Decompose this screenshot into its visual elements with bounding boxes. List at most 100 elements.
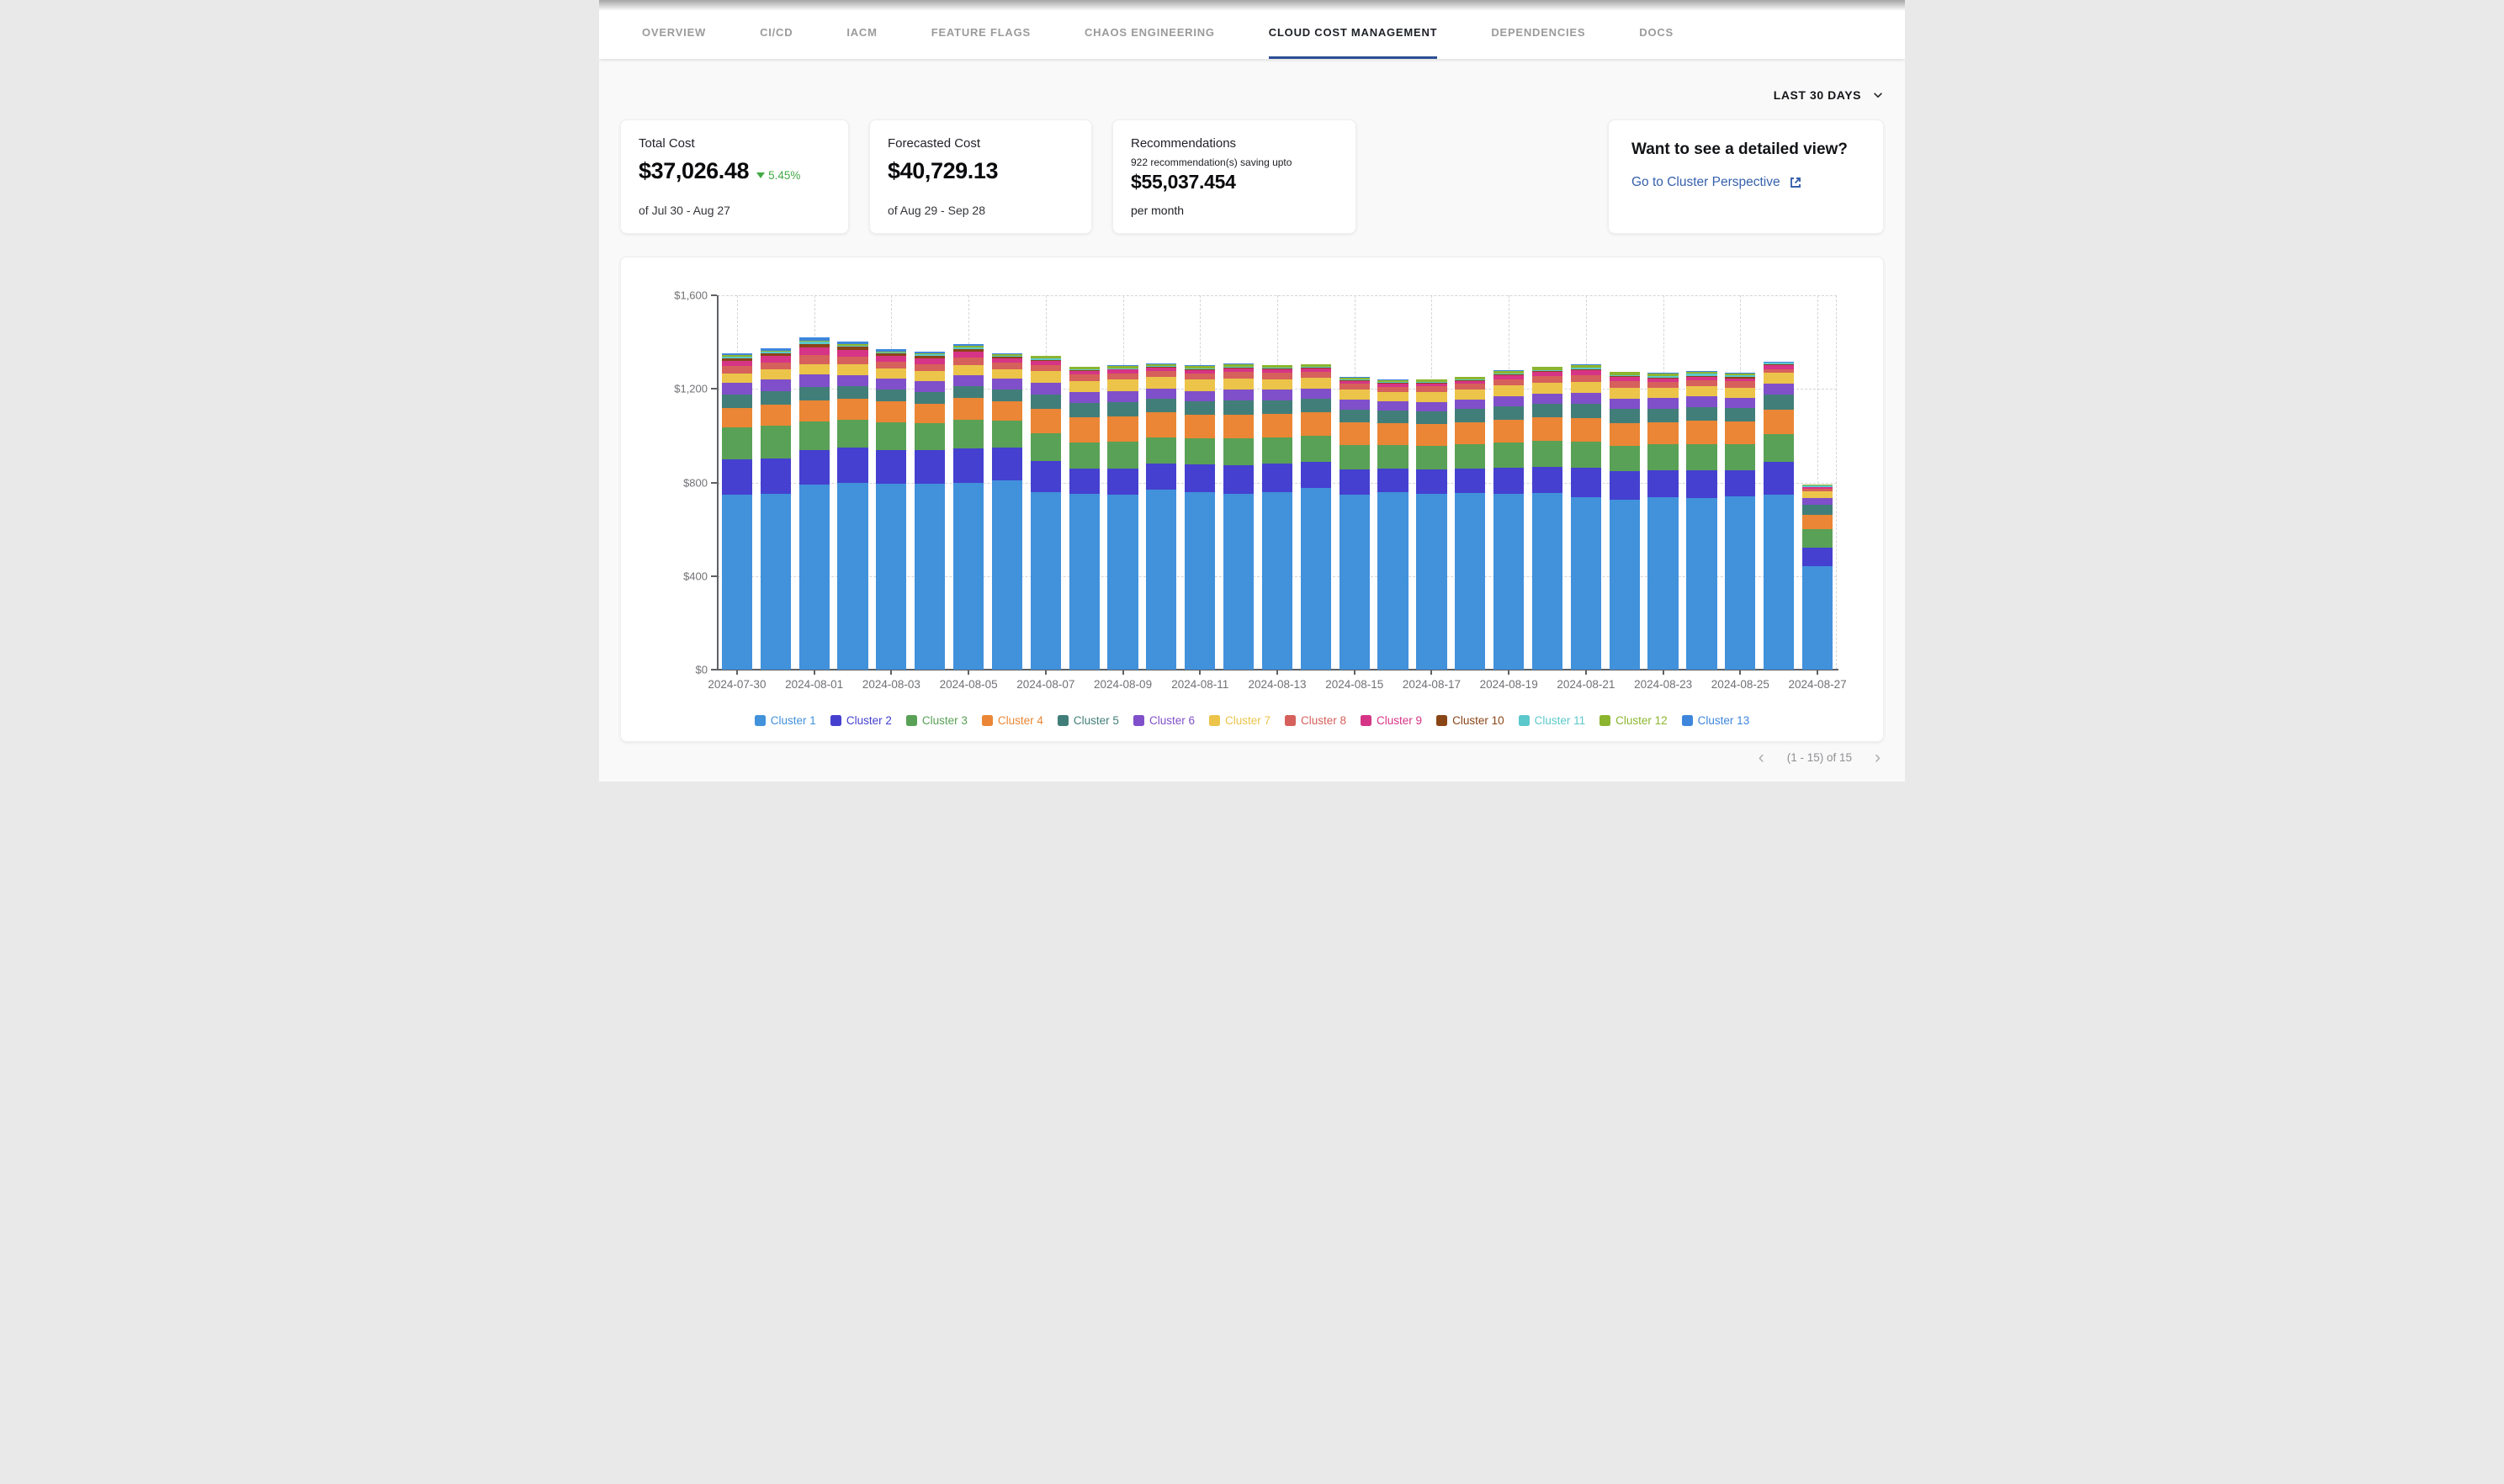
bar-segment-cluster-8[interactable] bbox=[1455, 384, 1485, 390]
bar-segment-cluster-4[interactable] bbox=[1146, 412, 1176, 437]
bar-segment-cluster-3[interactable] bbox=[1146, 437, 1176, 464]
bar-segment-cluster-8[interactable] bbox=[1107, 374, 1138, 380]
bar-segment-cluster-3[interactable] bbox=[1185, 438, 1215, 464]
bar-segment-cluster-6[interactable] bbox=[1069, 392, 1100, 403]
bar-segment-cluster-9[interactable] bbox=[799, 347, 830, 355]
tab-overview[interactable]: OVERVIEW bbox=[642, 0, 706, 59]
bar-segment-cluster-6[interactable] bbox=[761, 379, 791, 390]
bar-segment-cluster-7[interactable] bbox=[1340, 390, 1370, 400]
bar-segment-cluster-7[interactable] bbox=[1223, 379, 1254, 390]
bar-2024-08-12[interactable] bbox=[1223, 295, 1254, 670]
bar-segment-cluster-6[interactable] bbox=[1647, 398, 1678, 408]
bar-segment-cluster-1[interactable] bbox=[876, 484, 906, 670]
legend-item-cluster-3[interactable]: Cluster 3 bbox=[906, 714, 968, 727]
bar-segment-cluster-7[interactable] bbox=[1185, 379, 1215, 390]
bar-segment-cluster-3[interactable] bbox=[1377, 445, 1408, 469]
bar-segment-cluster-2[interactable] bbox=[1802, 548, 1833, 566]
bar-segment-cluster-5[interactable] bbox=[1802, 505, 1833, 516]
bar-segment-cluster-5[interactable] bbox=[1647, 409, 1678, 422]
bar-segment-cluster-3[interactable] bbox=[1686, 444, 1716, 470]
bar-segment-cluster-7[interactable] bbox=[1647, 388, 1678, 398]
bar-segment-cluster-7[interactable] bbox=[722, 374, 752, 384]
bar-segment-cluster-2[interactable] bbox=[1340, 469, 1370, 495]
tab-chaos-engineering[interactable]: CHAOS ENGINEERING bbox=[1085, 0, 1215, 59]
legend-item-cluster-10[interactable]: Cluster 10 bbox=[1436, 714, 1504, 727]
bar-segment-cluster-5[interactable] bbox=[1764, 395, 1794, 410]
bar-segment-cluster-7[interactable] bbox=[1532, 383, 1562, 394]
bar-segment-cluster-3[interactable] bbox=[1571, 442, 1601, 468]
bar-segment-cluster-4[interactable] bbox=[992, 401, 1022, 421]
bar-segment-cluster-5[interactable] bbox=[953, 386, 984, 398]
pagination-prev-icon[interactable]: ‹ bbox=[1759, 749, 1764, 766]
bar-segment-cluster-2[interactable] bbox=[953, 448, 984, 483]
bar-segment-cluster-7[interactable] bbox=[1107, 379, 1138, 391]
bar-2024-08-13[interactable] bbox=[1262, 295, 1292, 670]
bar-2024-08-17[interactable] bbox=[1416, 295, 1446, 670]
bar-2024-08-22[interactable] bbox=[1610, 295, 1640, 670]
bar-segment-cluster-3[interactable] bbox=[799, 421, 830, 450]
bar-2024-08-24[interactable] bbox=[1686, 295, 1716, 670]
bar-segment-cluster-5[interactable] bbox=[1069, 403, 1100, 417]
bar-segment-cluster-6[interactable] bbox=[953, 375, 984, 386]
bar-segment-cluster-5[interactable] bbox=[1146, 399, 1176, 412]
bar-segment-cluster-5[interactable] bbox=[761, 391, 791, 405]
bar-segment-cluster-1[interactable] bbox=[722, 495, 752, 670]
bar-segment-cluster-6[interactable] bbox=[1725, 398, 1755, 408]
bar-2024-08-11[interactable] bbox=[1185, 295, 1215, 670]
bar-segment-cluster-6[interactable] bbox=[1493, 396, 1524, 406]
bar-segment-cluster-4[interactable] bbox=[876, 401, 906, 421]
bar-segment-cluster-5[interactable] bbox=[992, 390, 1022, 401]
bar-segment-cluster-3[interactable] bbox=[1493, 443, 1524, 469]
bar-segment-cluster-1[interactable] bbox=[1185, 492, 1215, 670]
time-range-dropdown[interactable]: LAST 30 DAYS bbox=[1774, 88, 1884, 102]
bar-segment-cluster-1[interactable] bbox=[1802, 566, 1833, 670]
bar-segment-cluster-7[interactable] bbox=[992, 369, 1022, 379]
bar-segment-cluster-9[interactable] bbox=[761, 356, 791, 362]
bar-segment-cluster-3[interactable] bbox=[761, 426, 791, 458]
bar-segment-cluster-7[interactable] bbox=[799, 364, 830, 375]
bar-segment-cluster-2[interactable] bbox=[1031, 461, 1061, 491]
bar-segment-cluster-5[interactable] bbox=[1223, 400, 1254, 415]
bar-segment-cluster-3[interactable] bbox=[992, 421, 1022, 448]
bar-segment-cluster-5[interactable] bbox=[1185, 401, 1215, 415]
bar-2024-08-04[interactable] bbox=[915, 295, 945, 670]
bar-segment-cluster-7[interactable] bbox=[1377, 392, 1408, 402]
bar-2024-08-01[interactable] bbox=[799, 295, 830, 670]
bar-segment-cluster-8[interactable] bbox=[1686, 380, 1716, 386]
bar-segment-cluster-5[interactable] bbox=[837, 386, 867, 398]
bar-segment-cluster-4[interactable] bbox=[953, 398, 984, 420]
bar-segment-cluster-9[interactable] bbox=[837, 350, 867, 357]
bar-2024-08-21[interactable] bbox=[1571, 295, 1601, 670]
bar-segment-cluster-1[interactable] bbox=[1107, 495, 1138, 670]
bar-segment-cluster-9[interactable] bbox=[915, 358, 945, 364]
bar-segment-cluster-5[interactable] bbox=[1377, 411, 1408, 423]
legend-item-cluster-5[interactable]: Cluster 5 bbox=[1058, 714, 1119, 727]
bar-segment-cluster-7[interactable] bbox=[1571, 382, 1601, 393]
tab-cloud-cost-management[interactable]: CLOUD COST MANAGEMENT bbox=[1269, 0, 1438, 59]
bar-segment-cluster-4[interactable] bbox=[1610, 423, 1640, 445]
bar-segment-cluster-1[interactable] bbox=[1340, 495, 1370, 670]
bar-2024-08-08[interactable] bbox=[1069, 295, 1100, 670]
bar-segment-cluster-2[interactable] bbox=[1301, 462, 1331, 489]
bar-segment-cluster-8[interactable] bbox=[1031, 365, 1061, 372]
bar-segment-cluster-8[interactable] bbox=[1340, 384, 1370, 390]
bar-segment-cluster-7[interactable] bbox=[1493, 385, 1524, 396]
bar-segment-cluster-8[interactable] bbox=[722, 366, 752, 373]
legend-item-cluster-7[interactable]: Cluster 7 bbox=[1209, 714, 1271, 727]
bar-segment-cluster-9[interactable] bbox=[953, 352, 984, 358]
bar-segment-cluster-7[interactable] bbox=[1069, 381, 1100, 393]
bar-segment-cluster-8[interactable] bbox=[1262, 373, 1292, 379]
bar-segment-cluster-5[interactable] bbox=[1455, 409, 1485, 422]
bar-segment-cluster-3[interactable] bbox=[1647, 444, 1678, 470]
bar-segment-cluster-4[interactable] bbox=[837, 399, 867, 420]
bar-segment-cluster-9[interactable] bbox=[722, 361, 752, 367]
bar-segment-cluster-1[interactable] bbox=[1069, 494, 1100, 670]
bar-segment-cluster-5[interactable] bbox=[1340, 410, 1370, 422]
bar-segment-cluster-1[interactable] bbox=[761, 494, 791, 670]
bar-segment-cluster-8[interactable] bbox=[1647, 382, 1678, 388]
bar-segment-cluster-2[interactable] bbox=[915, 450, 945, 483]
bar-segment-cluster-3[interactable] bbox=[1416, 446, 1446, 469]
bar-segment-cluster-7[interactable] bbox=[837, 364, 867, 374]
bar-segment-cluster-2[interactable] bbox=[1764, 462, 1794, 495]
bar-segment-cluster-1[interactable] bbox=[1571, 497, 1601, 670]
